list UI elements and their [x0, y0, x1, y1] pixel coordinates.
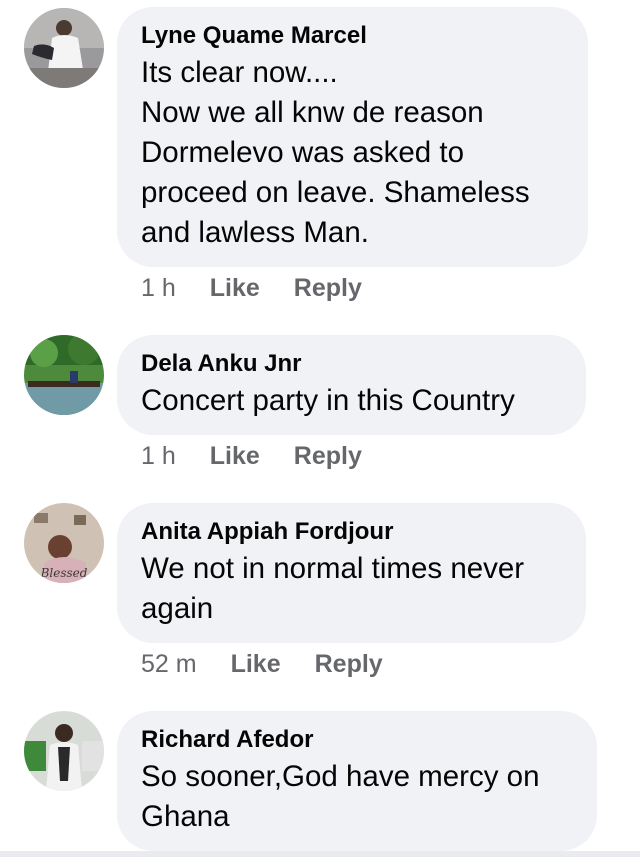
- comment-author[interactable]: Anita Appiah Fordjour: [141, 517, 562, 547]
- comment-author[interactable]: Dela Anku Jnr: [141, 349, 562, 379]
- comment-text: We not in normal times never again: [141, 552, 525, 625]
- reply-button[interactable]: Reply: [294, 442, 362, 471]
- comment-bubble: Anita Appiah Fordjour We not in normal t…: [117, 503, 586, 643]
- avatar-image: [24, 335, 104, 415]
- comment-bubble: Dela Anku Jnr Concert party in this Coun…: [117, 335, 586, 435]
- comment-text: So sooner,God have mercy on Ghana: [141, 760, 540, 833]
- avatar[interactable]: [24, 711, 104, 791]
- comment-actions: 1 h Like Reply: [141, 440, 396, 472]
- comment-actions: 52 m Like Reply: [141, 648, 417, 680]
- comment-actions: 1 h Like Reply: [141, 272, 396, 304]
- divider: [0, 851, 640, 857]
- avatar[interactable]: [24, 335, 104, 415]
- comment-bubble: Richard Afedor So sooner,God have mercy …: [117, 711, 597, 851]
- comment-bubble: Lyne Quame Marcel Its clear now.... Now …: [117, 7, 588, 267]
- comment-text: Concert party in this Country: [141, 384, 515, 417]
- avatar[interactable]: [24, 8, 104, 88]
- comment-author[interactable]: Lyne Quame Marcel: [141, 21, 564, 51]
- comment-author[interactable]: Richard Afedor: [141, 725, 573, 755]
- reply-button[interactable]: Reply: [315, 650, 383, 679]
- like-button[interactable]: Like: [231, 650, 281, 679]
- avatar-image: Blessed: [24, 503, 104, 583]
- like-button[interactable]: Like: [210, 442, 260, 471]
- avatar-image: [24, 8, 104, 88]
- comment-timestamp[interactable]: 1 h: [141, 274, 176, 303]
- like-button[interactable]: Like: [210, 274, 260, 303]
- reply-button[interactable]: Reply: [294, 274, 362, 303]
- avatar-overlay-text: Blessed: [40, 566, 88, 580]
- comment-text: Its clear now.... Now we all knw de reas…: [141, 56, 530, 249]
- comment-timestamp[interactable]: 52 m: [141, 650, 197, 679]
- avatar[interactable]: Blessed: [24, 503, 104, 583]
- avatar-image: [24, 711, 104, 791]
- comment-timestamp[interactable]: 1 h: [141, 442, 176, 471]
